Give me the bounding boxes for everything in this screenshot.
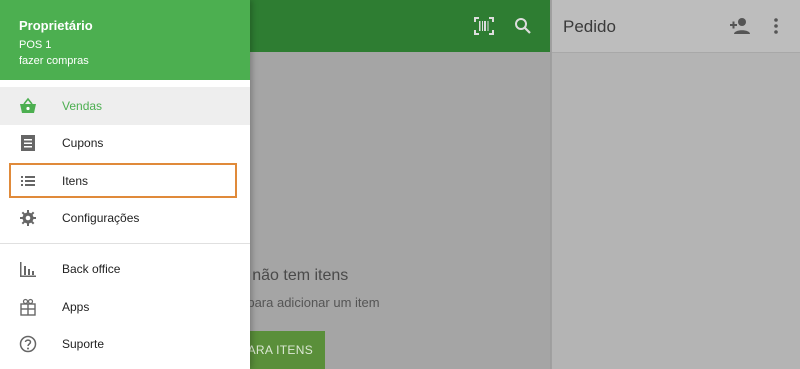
menu-item-label: Cupons [62, 136, 104, 150]
menu-item-vendas[interactable]: Vendas [0, 87, 250, 125]
navigation-drawer: Proprietário POS 1 fazer compras Vendas … [0, 0, 250, 369]
help-icon [19, 335, 37, 353]
highlight-box [9, 163, 237, 198]
menu-item-label: Vendas [62, 99, 103, 113]
receipt-icon [21, 135, 35, 151]
drawer-header: Proprietário POS 1 fazer compras [0, 0, 250, 80]
menu-item-label: Apps [62, 300, 90, 314]
pos-name: POS 1 [19, 39, 52, 51]
gear-icon [20, 210, 36, 226]
owner-name: Proprietário [19, 18, 93, 33]
barcode-icon[interactable] [474, 17, 494, 35]
menu-item-suporte[interactable]: Suporte [0, 325, 250, 363]
menu-item-apps[interactable]: Apps [0, 288, 250, 326]
shop-name: fazer compras [19, 55, 89, 67]
empty-state-title: da não tem itens [230, 267, 349, 284]
drawer-divider [0, 243, 250, 244]
menu-item-label: Configurações [62, 211, 140, 225]
basket-icon [20, 97, 36, 113]
add-person-icon[interactable] [730, 17, 750, 35]
menu-item-label: Back office [62, 262, 121, 276]
bar-chart-icon [20, 262, 36, 277]
empty-state-subtitle: ns para adicionar um item [230, 295, 380, 310]
menu-item-back-office[interactable]: Back office [0, 250, 250, 288]
apps-gift-icon [20, 298, 36, 316]
order-title: Pedido [563, 17, 616, 36]
menu-item-configuracoes[interactable]: Configurações [0, 199, 250, 237]
search-icon[interactable] [514, 17, 532, 35]
menu-item-label: Suporte [62, 337, 105, 351]
more-vert-icon[interactable] [772, 17, 780, 35]
menu-item-cupons[interactable]: Cupons [0, 124, 250, 162]
order-panel [551, 52, 800, 369]
